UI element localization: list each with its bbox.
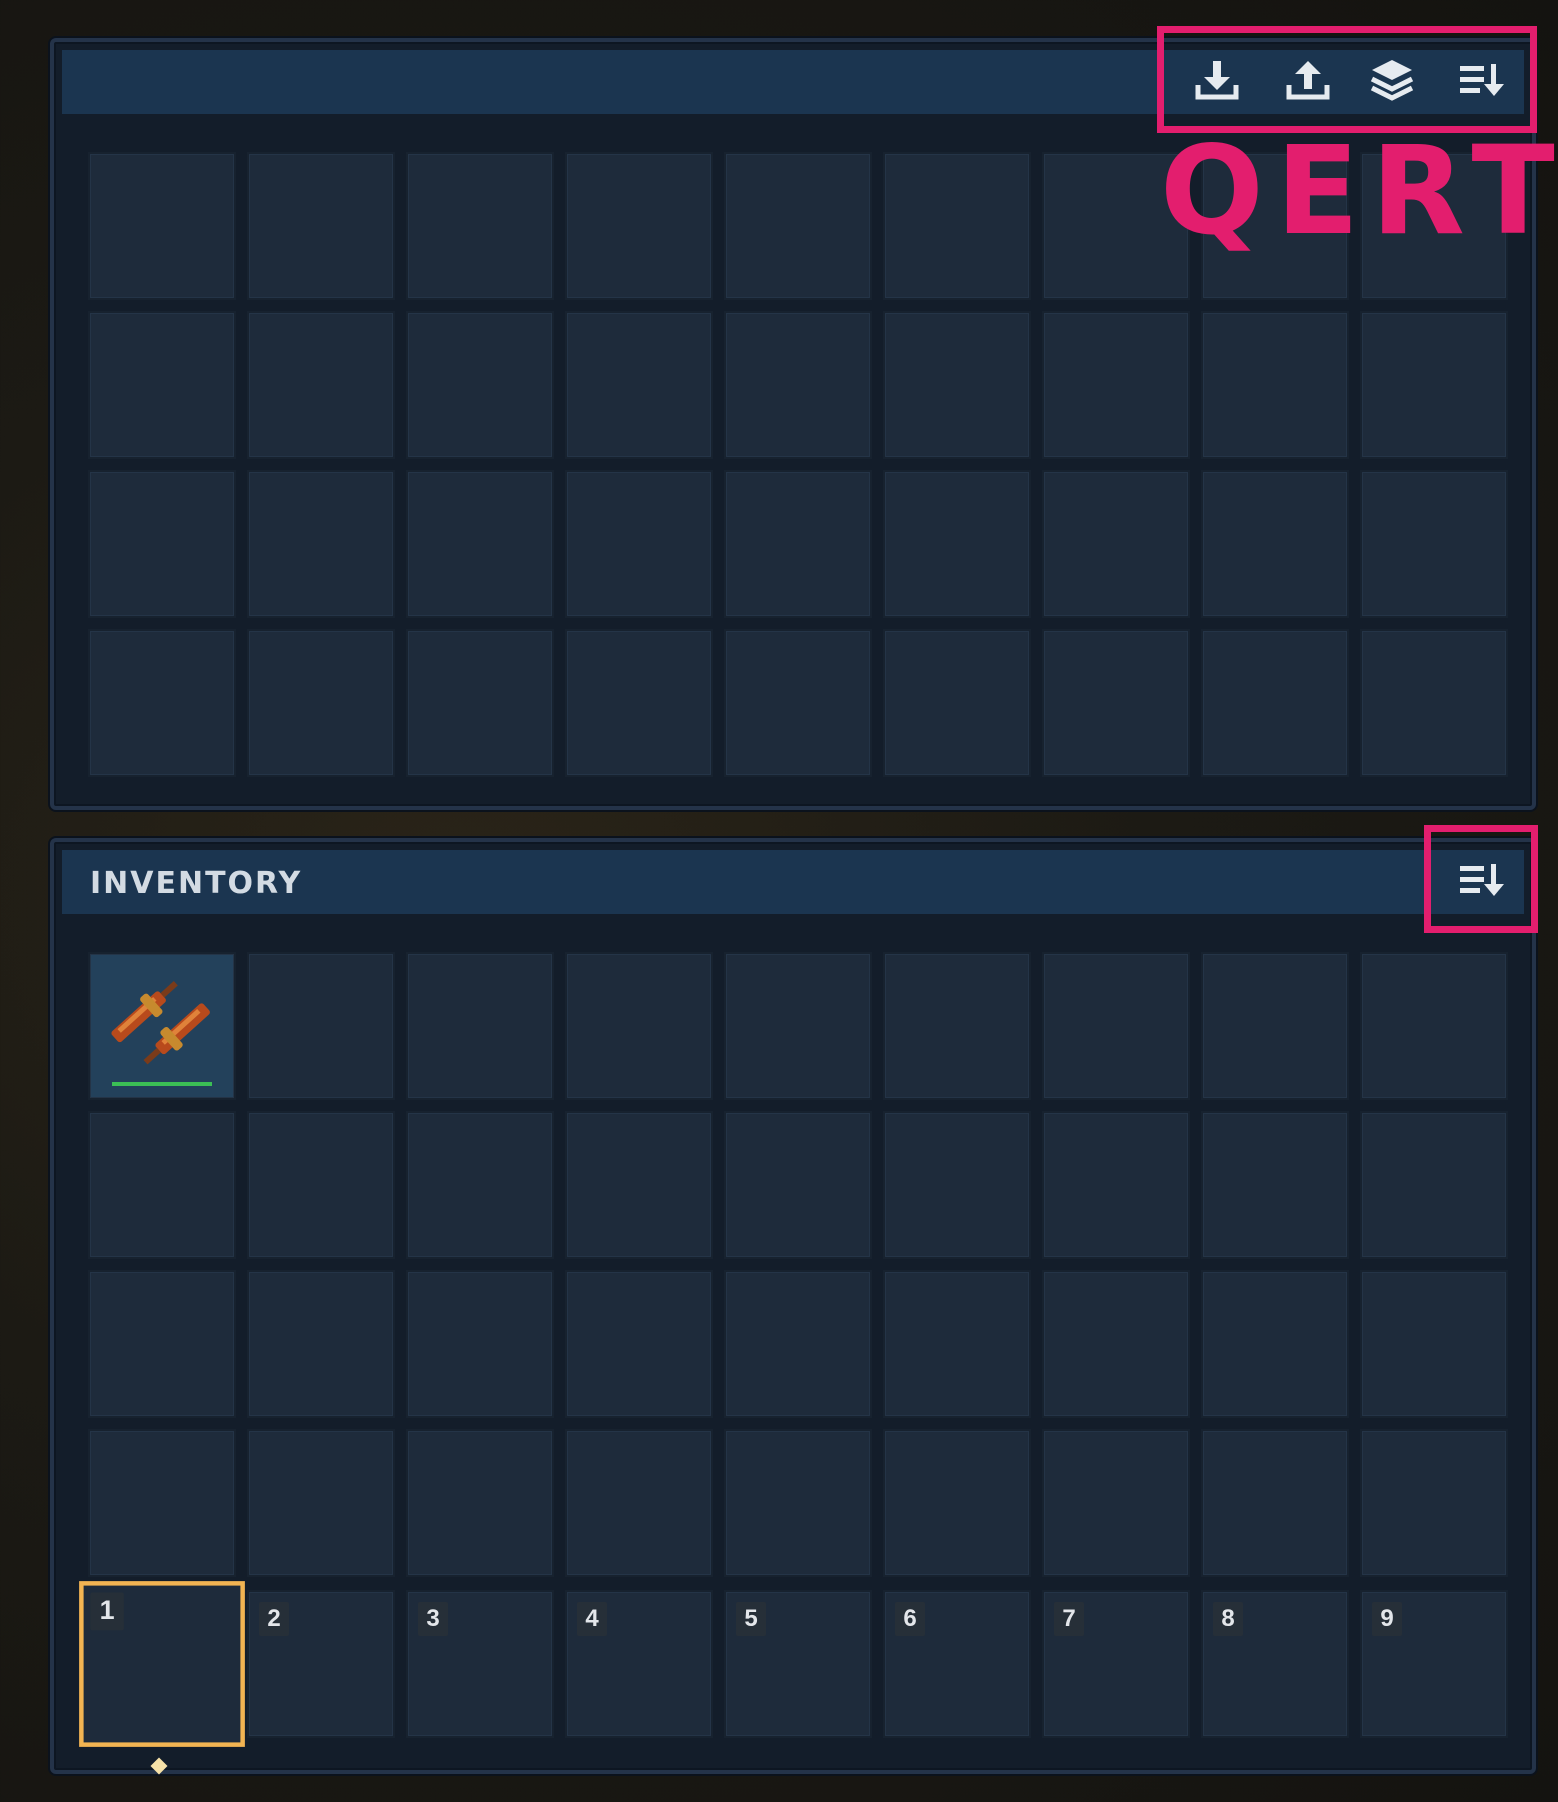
container-slot[interactable]: [406, 629, 554, 777]
container-slot[interactable]: [1042, 629, 1190, 777]
hotbar-slot-8[interactable]: 8: [1201, 1590, 1349, 1738]
container-slot[interactable]: [883, 470, 1031, 618]
inventory-slot[interactable]: [88, 1111, 236, 1259]
inventory-slot[interactable]: [724, 1111, 872, 1259]
inventory-slot[interactable]: [1360, 1111, 1508, 1259]
inventory-slot[interactable]: [1042, 1270, 1190, 1418]
container-slot[interactable]: [88, 311, 236, 459]
inventory-slot[interactable]: [724, 1270, 872, 1418]
inventory-slot[interactable]: [1201, 1270, 1349, 1418]
container-slot[interactable]: [247, 470, 395, 618]
inventory-slot[interactable]: [883, 952, 1031, 1100]
container-slot[interactable]: [1360, 470, 1508, 618]
container-slot[interactable]: [883, 152, 1031, 300]
inventory-slot[interactable]: [406, 1111, 554, 1259]
inventory-header: INVENTORY: [62, 850, 1524, 914]
sort-highlight-box: [1424, 825, 1538, 933]
inventory-slot[interactable]: [406, 1429, 554, 1577]
hotbar-key-label: 1: [90, 1592, 124, 1631]
inventory-slot[interactable]: [724, 952, 872, 1100]
inventory-slot[interactable]: [1042, 1429, 1190, 1577]
inventory-slot[interactable]: [565, 1270, 713, 1418]
container-slot[interactable]: [406, 152, 554, 300]
container-slot[interactable]: [88, 629, 236, 777]
container-slot[interactable]: [724, 470, 872, 618]
hotbar-slot-3[interactable]: 3: [406, 1590, 554, 1738]
hotbar-key-label: 3: [418, 1602, 448, 1636]
inventory-title: INVENTORY: [90, 866, 303, 901]
wooden-blades-item: [111, 981, 210, 1065]
container-slot[interactable]: [88, 470, 236, 618]
inventory-slot[interactable]: [883, 1111, 1031, 1259]
inventory-slot[interactable]: [883, 1270, 1031, 1418]
hotbar-slot-9[interactable]: 9: [1360, 1590, 1508, 1738]
inventory-slot[interactable]: [247, 1429, 395, 1577]
hotbar-slot-4[interactable]: 4: [565, 1590, 713, 1738]
hotbar-key-label: 8: [1213, 1602, 1243, 1636]
container-slot[interactable]: [565, 470, 713, 618]
hotbar-key-label: 6: [895, 1602, 925, 1636]
inventory-slot[interactable]: [565, 1429, 713, 1577]
inventory-slot[interactable]: [1042, 952, 1190, 1100]
container-slot[interactable]: [88, 152, 236, 300]
hotkeys-annotation: QERT: [1160, 120, 1558, 262]
durability-bar: [112, 1082, 212, 1086]
inventory-slot[interactable]: [1360, 1270, 1508, 1418]
inventory-slot[interactable]: [406, 952, 554, 1100]
container-slot[interactable]: [724, 311, 872, 459]
inventory-slot[interactable]: [1201, 952, 1349, 1100]
hotbar-slot-2[interactable]: 2: [247, 1590, 395, 1738]
container-slot[interactable]: [406, 311, 554, 459]
hotbar-key-label: 4: [577, 1602, 607, 1636]
inventory-slot[interactable]: [1042, 1111, 1190, 1259]
inventory-slot[interactable]: [1201, 1429, 1349, 1577]
container-slot[interactable]: [883, 629, 1031, 777]
container-slot[interactable]: [883, 311, 1031, 459]
container-slot[interactable]: [724, 629, 872, 777]
toolbar-highlight-box: [1157, 26, 1537, 133]
inventory-slot[interactable]: [1360, 1429, 1508, 1577]
inventory-slot[interactable]: [88, 1270, 236, 1418]
hotbar-slot-1[interactable]: 1: [79, 1581, 245, 1747]
container-slot[interactable]: [247, 311, 395, 459]
inventory-grid: [88, 952, 1508, 1577]
inventory-slot[interactable]: [88, 1429, 236, 1577]
inventory-slot[interactable]: [406, 1270, 554, 1418]
container-slot[interactable]: [247, 152, 395, 300]
hotbar-slot-7[interactable]: 7: [1042, 1590, 1190, 1738]
inventory-slot[interactable]: [565, 952, 713, 1100]
container-slot[interactable]: [724, 152, 872, 300]
inventory-slot[interactable]: [565, 1111, 713, 1259]
container-slot[interactable]: [1042, 470, 1190, 618]
inventory-slot[interactable]: [1360, 952, 1508, 1100]
inventory-slot[interactable]: [1201, 1111, 1349, 1259]
hotbar-key-label: 7: [1054, 1602, 1084, 1636]
inventory-panel: INVENTORY 1 2 3 4 5 6 7 8 9: [50, 838, 1536, 1774]
container-slot[interactable]: [1201, 470, 1349, 618]
container-slot[interactable]: [1201, 629, 1349, 777]
inventory-slot[interactable]: [724, 1429, 872, 1577]
inventory-slot[interactable]: [247, 1270, 395, 1418]
hotbar-key-label: 5: [736, 1602, 766, 1636]
container-slot[interactable]: [1360, 311, 1508, 459]
container-slot[interactable]: [1042, 311, 1190, 459]
container-slot[interactable]: [1360, 629, 1508, 777]
container-slot[interactable]: [565, 629, 713, 777]
container-slot[interactable]: [565, 311, 713, 459]
container-slot[interactable]: [565, 152, 713, 300]
container-slot[interactable]: [1201, 311, 1349, 459]
inventory-slot[interactable]: [88, 952, 236, 1100]
container-slot[interactable]: [247, 629, 395, 777]
hotbar-key-label: 9: [1372, 1602, 1402, 1636]
inventory-slot[interactable]: [247, 952, 395, 1100]
hotbar: 1 2 3 4 5 6 7 8 9: [79, 1581, 1508, 1747]
container-slot[interactable]: [406, 470, 554, 618]
inventory-slot[interactable]: [247, 1111, 395, 1259]
hotbar-slot-6[interactable]: 6: [883, 1590, 1031, 1738]
inventory-slot[interactable]: [883, 1429, 1031, 1577]
hotbar-slot-5[interactable]: 5: [724, 1590, 872, 1738]
hotbar-key-label: 2: [259, 1602, 289, 1636]
